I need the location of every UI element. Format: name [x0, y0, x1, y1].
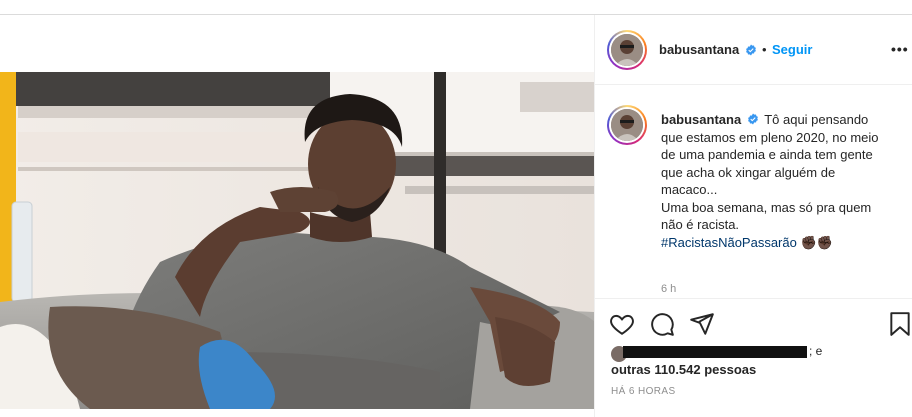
- top-navigation-bar: [0, 0, 912, 15]
- post-caption: babusantana Tô aqui pensando que estamos…: [661, 111, 901, 251]
- caption-timestamp[interactable]: 6 h: [661, 283, 676, 295]
- verified-badge-icon: [747, 113, 758, 125]
- caption-emoji: ✊🏿✊🏿: [800, 234, 833, 250]
- post-date[interactable]: HÁ 6 HORAS: [611, 386, 676, 397]
- separator-dot: •: [762, 42, 767, 57]
- author-username[interactable]: babusantana: [659, 42, 739, 57]
- post-photo[interactable]: [0, 72, 594, 409]
- caption-line: que estamos em pleno 2020, no meio: [661, 129, 879, 145]
- avatar-image: [611, 34, 643, 66]
- post-side-panel: babusantana • Seguir ••• babusantana Tô …: [595, 15, 912, 417]
- caption-line: que acha ok xingar alguém de: [661, 164, 836, 180]
- caption-line: de uma pandemia e ainda tem gente: [661, 147, 873, 162]
- post-header: babusantana • Seguir •••: [595, 15, 912, 85]
- more-options-icon[interactable]: •••: [891, 41, 909, 57]
- comment-icon[interactable]: [649, 311, 675, 337]
- caption-section: babusantana Tô aqui pensando que estamos…: [595, 85, 912, 297]
- caption-line: Tô aqui pensando: [764, 112, 869, 127]
- avatar-image: [611, 109, 643, 141]
- instagram-post: babusantana • Seguir ••• babusantana Tô …: [0, 15, 912, 417]
- author-avatar[interactable]: [607, 30, 647, 70]
- likes-count-link[interactable]: outras 110.542 pessoas: [611, 362, 756, 377]
- action-bar: [595, 298, 912, 346]
- heart-icon[interactable]: [609, 311, 635, 337]
- follow-button[interactable]: Seguir: [772, 42, 812, 57]
- share-icon[interactable]: [689, 311, 715, 337]
- caption-line: macaco...: [661, 182, 718, 197]
- caption-username[interactable]: babusantana: [661, 112, 741, 127]
- verified-badge-icon: [746, 44, 756, 56]
- bookmark-icon[interactable]: [889, 311, 911, 337]
- likers-line: ; e: [611, 343, 871, 362]
- redacted-username: [623, 346, 807, 358]
- hashtag-link[interactable]: #RacistasNãoPassarão: [661, 235, 797, 250]
- likers-connector: ; e: [809, 344, 823, 358]
- caption-line: Uma boa semana, mas só pra quem: [661, 199, 872, 215]
- caption-line: não é racista.: [661, 217, 740, 232]
- post-media: [0, 15, 595, 417]
- caption-author-avatar[interactable]: [607, 105, 647, 145]
